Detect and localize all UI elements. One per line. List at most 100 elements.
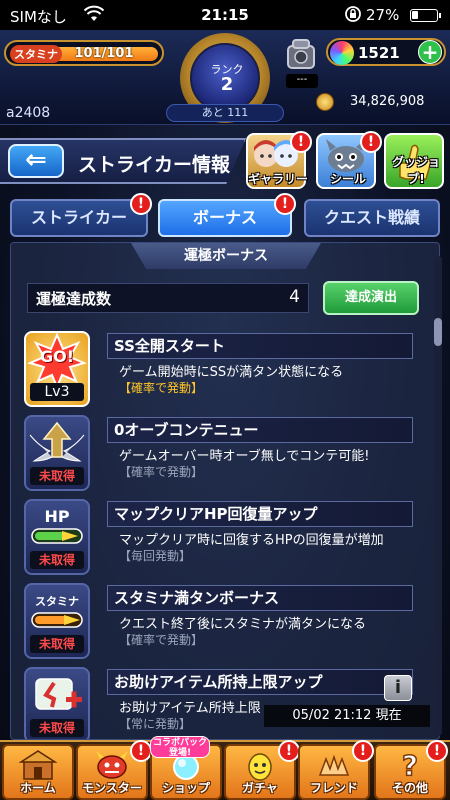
battery-percent: 27% — [366, 6, 400, 24]
gacha-egg-icon — [248, 753, 272, 781]
bonus-status: 未取得 — [30, 635, 84, 653]
item-icon[interactable] — [282, 36, 320, 74]
bonus-desc: クエスト終了後にスタミナが満タンになる — [119, 617, 367, 632]
page-title: ストライカー情報 — [78, 154, 231, 176]
orb-icon — [330, 41, 354, 65]
scroll-thumb[interactable] — [434, 318, 442, 346]
tab-striker-badge: ! — [130, 193, 152, 215]
friend-hands-icon — [318, 754, 350, 776]
battery-fill — [412, 11, 418, 19]
tab-bonus-badge: ! — [274, 193, 296, 215]
nav-gacha[interactable]: ガチャ ! — [224, 740, 300, 800]
gallery-button[interactable]: ギャラリー ! — [246, 131, 312, 189]
tab-bonus[interactable]: ボーナス ! — [158, 193, 296, 237]
winged-arrow-icon — [29, 421, 85, 462]
bonus-status: 未取得 — [30, 467, 84, 485]
tab-quest-record[interactable]: クエスト戦績 — [304, 199, 440, 237]
battery-icon — [410, 9, 441, 22]
seal-badge: ! — [360, 131, 382, 153]
stamina-bar-icon — [31, 612, 83, 628]
hp-bar-icon — [31, 528, 83, 544]
stamina-gauge: スタミナ 101/101 — [4, 40, 164, 66]
nav-home[interactable]: ホーム — [2, 744, 74, 800]
bonus-trigger: 【常に発動】 — [119, 717, 192, 731]
nav-other[interactable]: ? その他 ! — [374, 740, 448, 800]
item-plus-icon: 未取得 — [24, 667, 90, 739]
bonus-panel: 運極ボーナス 運極達成数 4 達成演出 GO! Lv3 SS全開スタート ゲーム… — [10, 242, 440, 740]
good-job-label: グッジョブ! — [391, 155, 440, 186]
go-icon: GO! Lv3 — [24, 331, 90, 407]
bonus-name: お助けアイテム所持上限アップ — [107, 669, 413, 695]
info-button[interactable]: i — [384, 675, 412, 701]
status-bar: SIMなし 21:15 27% — [0, 0, 450, 30]
bonus-desc: ゲーム開始時にSSが満タン状態になる — [119, 365, 344, 380]
bonus-item[interactable]: 未取得 お助けアイテム所持上限アップ お助けアイテム所持上限 【常に発動】 — [11, 663, 439, 739]
nav-monster-badge: ! — [130, 740, 152, 762]
bonus-status: 未取得 — [30, 719, 84, 737]
gallery-badge: ! — [290, 131, 312, 153]
question-icon: ? — [401, 749, 419, 781]
achievement-count-value: 4 — [289, 287, 300, 307]
bonus-status: 未取得 — [30, 551, 84, 569]
nav-gacha-label: ガチャ — [242, 781, 278, 795]
bonus-desc: お助けアイテム所持上限 — [119, 701, 261, 716]
rank-value: 2 — [220, 74, 234, 95]
data-timestamp: 05/02 21:12 現在 — [264, 705, 430, 727]
bonus-item[interactable]: スタミナ 未取得 スタミナ満タンボーナス クエスト終了後にスタミナが満タンになる… — [11, 579, 439, 663]
nav-home-label: ホーム — [20, 781, 56, 795]
back-button[interactable]: ⇐ — [8, 144, 64, 178]
gold-coin-icon — [316, 93, 334, 111]
medkit-plus-icon — [35, 678, 82, 710]
bottom-nav: ホーム モンスター ! ショップ ガチャ ! フレンド ! ? その他 ! — [0, 740, 450, 800]
bonus-name: マップクリアHP回復量アップ — [107, 501, 413, 527]
bonus-trigger: 【毎回発動】 — [119, 549, 192, 563]
rank-inner: ランク 2 — [190, 43, 260, 113]
item-count: --- — [286, 74, 318, 88]
wing-icon: 未取得 — [24, 415, 90, 491]
collab-pack-badge: コラボパック 登場! — [150, 736, 210, 758]
good-job-button[interactable]: グッジョブ! — [384, 133, 444, 189]
tab-bonus-label: ボーナス — [192, 208, 257, 227]
orb-count: 1521 — [358, 44, 400, 62]
nav-friend[interactable]: フレンド ! — [298, 740, 374, 800]
bonus-item[interactable]: HP 未取得 マップクリアHP回復量アップ マップクリア時に回復するHPの回復量… — [11, 495, 439, 579]
home-castle-icon — [18, 750, 58, 780]
go-icon-text: GO! — [39, 347, 75, 366]
tab-quest-record-label: クエスト戦績 — [323, 208, 420, 227]
nav-other-badge: ! — [426, 740, 448, 762]
nav-friend-badge: ! — [352, 740, 374, 762]
svg-text:?: ? — [402, 749, 418, 781]
bonus-item[interactable]: 未取得 0オーブコンテニュー ゲームオーバー時オーブ無しでコンテ可能! 【確率で… — [11, 411, 439, 495]
nav-monster[interactable]: モンスター ! — [76, 740, 152, 800]
achievement-effect-button[interactable]: 達成演出 — [323, 281, 419, 315]
bonus-trigger: 【確率で発動】 — [119, 633, 204, 647]
add-orb-button[interactable]: + — [418, 40, 442, 64]
nav-shop-label: ショップ — [161, 781, 210, 795]
nav-friend-label: フレンド — [309, 781, 358, 795]
seal-label: シール — [329, 172, 366, 186]
gallery-label: ギャラリー — [248, 172, 309, 186]
nav-other-label: その他 — [391, 781, 428, 795]
bonus-item[interactable]: GO! Lv3 SS全開スタート ゲーム開始時にSSが満タン状態になる 【確率で… — [11, 327, 439, 411]
tab-striker[interactable]: ストライカー ! — [10, 193, 152, 237]
title-row: ⇐ ストライカー情報 ギャラリー ! シール ! グッジョブ! — [0, 130, 450, 190]
orb-counter: 1521 + — [326, 38, 446, 66]
bonus-desc: ゲームオーバー時オーブ無しでコンテ可能! — [119, 449, 370, 464]
section-header: 運極ボーナス — [131, 243, 321, 269]
stamina-icon: スタミナ 未取得 — [24, 583, 90, 659]
bonus-trigger: 【確率で発動】 — [119, 381, 204, 395]
app-root: SIMなし 21:15 27% スタミナ 101/101 ランク 2 あと 11… — [0, 0, 450, 800]
bonus-name: スタミナ満タンボーナス — [107, 585, 413, 611]
achievement-count-label: 運極達成数 — [36, 290, 112, 308]
bonus-name: 0オーブコンテニュー — [107, 417, 413, 443]
seal-button[interactable]: シール ! — [316, 131, 382, 189]
bonus-name: SS全開スタート — [107, 333, 413, 359]
rank-next-exp: あと 111 — [166, 104, 284, 122]
nav-gacha-badge: ! — [278, 740, 300, 762]
bonus-trigger: 【確率で発動】 — [119, 465, 204, 479]
player-name: a2408 — [6, 105, 51, 121]
bonus-level: Lv3 — [30, 383, 84, 401]
bonus-desc: マップクリア時に回復するHPの回復量が増加 — [119, 533, 384, 548]
scrollbar[interactable] — [434, 256, 442, 736]
dragon-icon — [96, 751, 128, 779]
